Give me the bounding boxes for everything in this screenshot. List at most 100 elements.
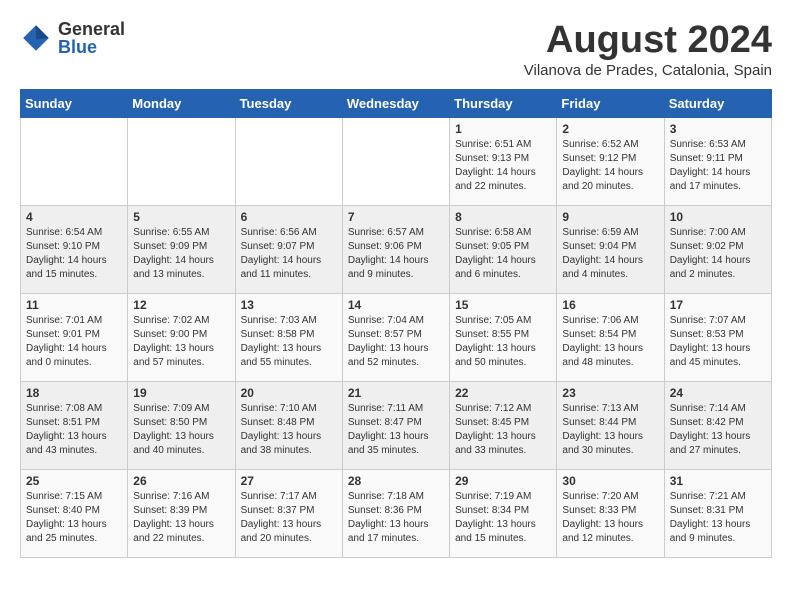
- day-number: 25: [26, 474, 122, 488]
- logo-icon: [20, 22, 52, 54]
- calendar-cell: 23 Sunrise: 7:13 AM Sunset: 8:44 PM Dayl…: [557, 381, 664, 469]
- calendar-cell: 25 Sunrise: 7:15 AM Sunset: 8:40 PM Dayl…: [21, 469, 128, 557]
- calendar-cell: 19 Sunrise: 7:09 AM Sunset: 8:50 PM Dayl…: [128, 381, 235, 469]
- day-info: Sunrise: 7:08 AM Sunset: 8:51 PM Dayligh…: [26, 402, 122, 458]
- day-info: Sunrise: 6:59 AM Sunset: 9:04 PM Dayligh…: [562, 226, 658, 282]
- day-info: Sunrise: 6:56 AM Sunset: 9:07 PM Dayligh…: [241, 226, 337, 282]
- day-info: Sunrise: 7:01 AM Sunset: 9:01 PM Dayligh…: [26, 314, 122, 370]
- day-number: 12: [133, 298, 229, 312]
- day-number: 31: [670, 474, 766, 488]
- logo-blue-text: Blue: [58, 38, 125, 56]
- weekday-header-row: SundayMondayTuesdayWednesdayThursdayFrid…: [21, 89, 772, 117]
- day-number: 4: [26, 210, 122, 224]
- day-info: Sunrise: 7:06 AM Sunset: 8:54 PM Dayligh…: [562, 314, 658, 370]
- calendar-cell: 14 Sunrise: 7:04 AM Sunset: 8:57 PM Dayl…: [342, 293, 449, 381]
- day-number: 7: [348, 210, 444, 224]
- day-number: 16: [562, 298, 658, 312]
- day-number: 23: [562, 386, 658, 400]
- calendar-cell: 9 Sunrise: 6:59 AM Sunset: 9:04 PM Dayli…: [557, 205, 664, 293]
- calendar-cell: 5 Sunrise: 6:55 AM Sunset: 9:09 PM Dayli…: [128, 205, 235, 293]
- day-info: Sunrise: 7:14 AM Sunset: 8:42 PM Dayligh…: [670, 402, 766, 458]
- calendar-cell: [235, 117, 342, 205]
- calendar-cell: 21 Sunrise: 7:11 AM Sunset: 8:47 PM Dayl…: [342, 381, 449, 469]
- calendar-cell: 10 Sunrise: 7:00 AM Sunset: 9:02 PM Dayl…: [664, 205, 771, 293]
- day-number: 27: [241, 474, 337, 488]
- day-info: Sunrise: 7:00 AM Sunset: 9:02 PM Dayligh…: [670, 226, 766, 282]
- calendar-cell: 28 Sunrise: 7:18 AM Sunset: 8:36 PM Dayl…: [342, 469, 449, 557]
- calendar-cell: 18 Sunrise: 7:08 AM Sunset: 8:51 PM Dayl…: [21, 381, 128, 469]
- calendar-cell: 8 Sunrise: 6:58 AM Sunset: 9:05 PM Dayli…: [450, 205, 557, 293]
- logo-text: General Blue: [58, 20, 125, 56]
- day-info: Sunrise: 7:21 AM Sunset: 8:31 PM Dayligh…: [670, 490, 766, 546]
- title-area: August 2024 Vilanova de Prades, Cataloni…: [524, 20, 772, 79]
- day-info: Sunrise: 7:12 AM Sunset: 8:45 PM Dayligh…: [455, 402, 551, 458]
- day-info: Sunrise: 7:15 AM Sunset: 8:40 PM Dayligh…: [26, 490, 122, 546]
- calendar-cell: [21, 117, 128, 205]
- day-number: 9: [562, 210, 658, 224]
- calendar-cell: 3 Sunrise: 6:53 AM Sunset: 9:11 PM Dayli…: [664, 117, 771, 205]
- day-info: Sunrise: 7:13 AM Sunset: 8:44 PM Dayligh…: [562, 402, 658, 458]
- calendar-table: SundayMondayTuesdayWednesdayThursdayFrid…: [20, 89, 772, 558]
- calendar-cell: 7 Sunrise: 6:57 AM Sunset: 9:06 PM Dayli…: [342, 205, 449, 293]
- day-info: Sunrise: 6:57 AM Sunset: 9:06 PM Dayligh…: [348, 226, 444, 282]
- day-number: 28: [348, 474, 444, 488]
- calendar-cell: 6 Sunrise: 6:56 AM Sunset: 9:07 PM Dayli…: [235, 205, 342, 293]
- weekday-header-thursday: Thursday: [450, 89, 557, 117]
- day-info: Sunrise: 6:58 AM Sunset: 9:05 PM Dayligh…: [455, 226, 551, 282]
- day-number: 3: [670, 122, 766, 136]
- calendar-cell: 4 Sunrise: 6:54 AM Sunset: 9:10 PM Dayli…: [21, 205, 128, 293]
- day-number: 30: [562, 474, 658, 488]
- calendar-cell: [342, 117, 449, 205]
- calendar-cell: 30 Sunrise: 7:20 AM Sunset: 8:33 PM Dayl…: [557, 469, 664, 557]
- calendar-cell: 22 Sunrise: 7:12 AM Sunset: 8:45 PM Dayl…: [450, 381, 557, 469]
- day-number: 29: [455, 474, 551, 488]
- day-number: 26: [133, 474, 229, 488]
- day-number: 8: [455, 210, 551, 224]
- logo: General Blue: [20, 20, 125, 56]
- calendar-cell: 13 Sunrise: 7:03 AM Sunset: 8:58 PM Dayl…: [235, 293, 342, 381]
- day-number: 1: [455, 122, 551, 136]
- month-year-title: August 2024: [524, 20, 772, 62]
- calendar-cell: 26 Sunrise: 7:16 AM Sunset: 8:39 PM Dayl…: [128, 469, 235, 557]
- day-info: Sunrise: 7:09 AM Sunset: 8:50 PM Dayligh…: [133, 402, 229, 458]
- week-row-2: 4 Sunrise: 6:54 AM Sunset: 9:10 PM Dayli…: [21, 205, 772, 293]
- calendar-cell: 2 Sunrise: 6:52 AM Sunset: 9:12 PM Dayli…: [557, 117, 664, 205]
- week-row-3: 11 Sunrise: 7:01 AM Sunset: 9:01 PM Dayl…: [21, 293, 772, 381]
- day-info: Sunrise: 6:54 AM Sunset: 9:10 PM Dayligh…: [26, 226, 122, 282]
- calendar-cell: 20 Sunrise: 7:10 AM Sunset: 8:48 PM Dayl…: [235, 381, 342, 469]
- weekday-header-monday: Monday: [128, 89, 235, 117]
- day-info: Sunrise: 6:53 AM Sunset: 9:11 PM Dayligh…: [670, 138, 766, 194]
- weekday-header-friday: Friday: [557, 89, 664, 117]
- day-number: 20: [241, 386, 337, 400]
- day-number: 22: [455, 386, 551, 400]
- day-number: 18: [26, 386, 122, 400]
- day-number: 14: [348, 298, 444, 312]
- day-info: Sunrise: 7:03 AM Sunset: 8:58 PM Dayligh…: [241, 314, 337, 370]
- page-header: General Blue August 2024 Vilanova de Pra…: [20, 20, 772, 79]
- day-info: Sunrise: 7:04 AM Sunset: 8:57 PM Dayligh…: [348, 314, 444, 370]
- day-info: Sunrise: 6:52 AM Sunset: 9:12 PM Dayligh…: [562, 138, 658, 194]
- day-number: 15: [455, 298, 551, 312]
- day-info: Sunrise: 7:17 AM Sunset: 8:37 PM Dayligh…: [241, 490, 337, 546]
- day-number: 19: [133, 386, 229, 400]
- day-info: Sunrise: 7:05 AM Sunset: 8:55 PM Dayligh…: [455, 314, 551, 370]
- calendar-cell: [128, 117, 235, 205]
- weekday-header-wednesday: Wednesday: [342, 89, 449, 117]
- day-number: 6: [241, 210, 337, 224]
- calendar-cell: 29 Sunrise: 7:19 AM Sunset: 8:34 PM Dayl…: [450, 469, 557, 557]
- calendar-cell: 31 Sunrise: 7:21 AM Sunset: 8:31 PM Dayl…: [664, 469, 771, 557]
- weekday-header-saturday: Saturday: [664, 89, 771, 117]
- week-row-1: 1 Sunrise: 6:51 AM Sunset: 9:13 PM Dayli…: [21, 117, 772, 205]
- calendar-cell: 15 Sunrise: 7:05 AM Sunset: 8:55 PM Dayl…: [450, 293, 557, 381]
- day-number: 10: [670, 210, 766, 224]
- day-info: Sunrise: 7:16 AM Sunset: 8:39 PM Dayligh…: [133, 490, 229, 546]
- day-number: 13: [241, 298, 337, 312]
- calendar-cell: 17 Sunrise: 7:07 AM Sunset: 8:53 PM Dayl…: [664, 293, 771, 381]
- week-row-5: 25 Sunrise: 7:15 AM Sunset: 8:40 PM Dayl…: [21, 469, 772, 557]
- day-info: Sunrise: 7:18 AM Sunset: 8:36 PM Dayligh…: [348, 490, 444, 546]
- day-number: 24: [670, 386, 766, 400]
- day-info: Sunrise: 7:11 AM Sunset: 8:47 PM Dayligh…: [348, 402, 444, 458]
- calendar-cell: 12 Sunrise: 7:02 AM Sunset: 9:00 PM Dayl…: [128, 293, 235, 381]
- calendar-cell: 24 Sunrise: 7:14 AM Sunset: 8:42 PM Dayl…: [664, 381, 771, 469]
- weekday-header-sunday: Sunday: [21, 89, 128, 117]
